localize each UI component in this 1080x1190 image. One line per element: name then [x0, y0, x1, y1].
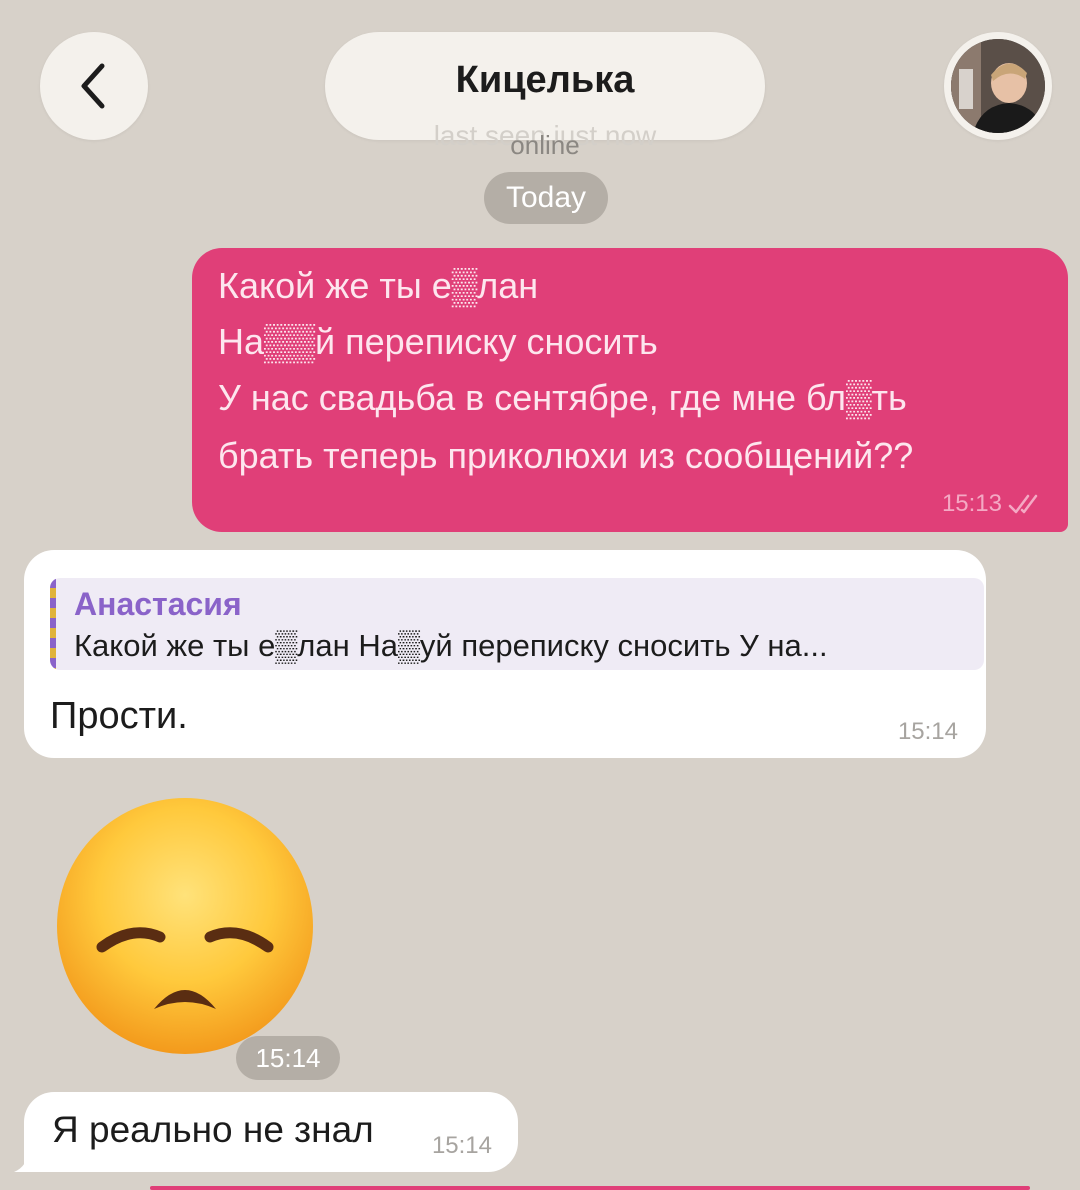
message-text: Я реально не знал	[52, 1109, 374, 1150]
reply-accent-bar	[50, 578, 56, 670]
reply-quote[interactable]: Анастасия Какой же ты е▒лан На▒уй перепи…	[50, 578, 984, 670]
message-time: 15:14	[431, 1132, 492, 1159]
contact-status: online	[510, 130, 580, 160]
message-line: Какой же ты е▒лан	[218, 265, 539, 306]
message-line: На▒▒й переписку сносить	[218, 321, 658, 362]
chat-title[interactable]: last seen just now online Кицелька	[325, 32, 765, 160]
next-message-edge	[150, 1186, 1030, 1190]
date-separator: Today	[484, 172, 608, 224]
avatar-button[interactable]	[944, 32, 1052, 140]
contact-name: Кицелька	[455, 59, 635, 101]
back-button[interactable]	[40, 32, 148, 140]
reply-text: Какой же ты е▒лан На▒уй переписку сносит…	[74, 628, 828, 663]
message-text: Прости.	[50, 695, 188, 737]
outgoing-message[interactable]: Какой же ты е▒лан На▒▒й переписку сносит…	[192, 248, 1068, 532]
contact-avatar	[951, 39, 1045, 133]
message-time: 15:13	[941, 490, 1002, 517]
message-line: брать теперь приколюхи из сообщений??	[218, 435, 914, 476]
reply-author: Анастасия	[74, 586, 242, 622]
chevron-left-icon	[81, 63, 105, 109]
chat-screen: last seen just now online Кицелька Today…	[0, 0, 1080, 1190]
incoming-message[interactable]: Анастасия Какой же ты е▒лан На▒уй перепи…	[24, 550, 986, 758]
incoming-message[interactable]: Я реально не знал 15:14	[24, 1092, 518, 1172]
message-time: 15:14	[236, 1036, 340, 1080]
message-time: 15:14	[897, 718, 958, 745]
message-line: У нас свадьба в сентябре, где мне бл▒ть	[218, 377, 907, 418]
disappointed-face-icon[interactable]	[54, 795, 316, 1057]
double-check-icon	[1008, 494, 1038, 514]
